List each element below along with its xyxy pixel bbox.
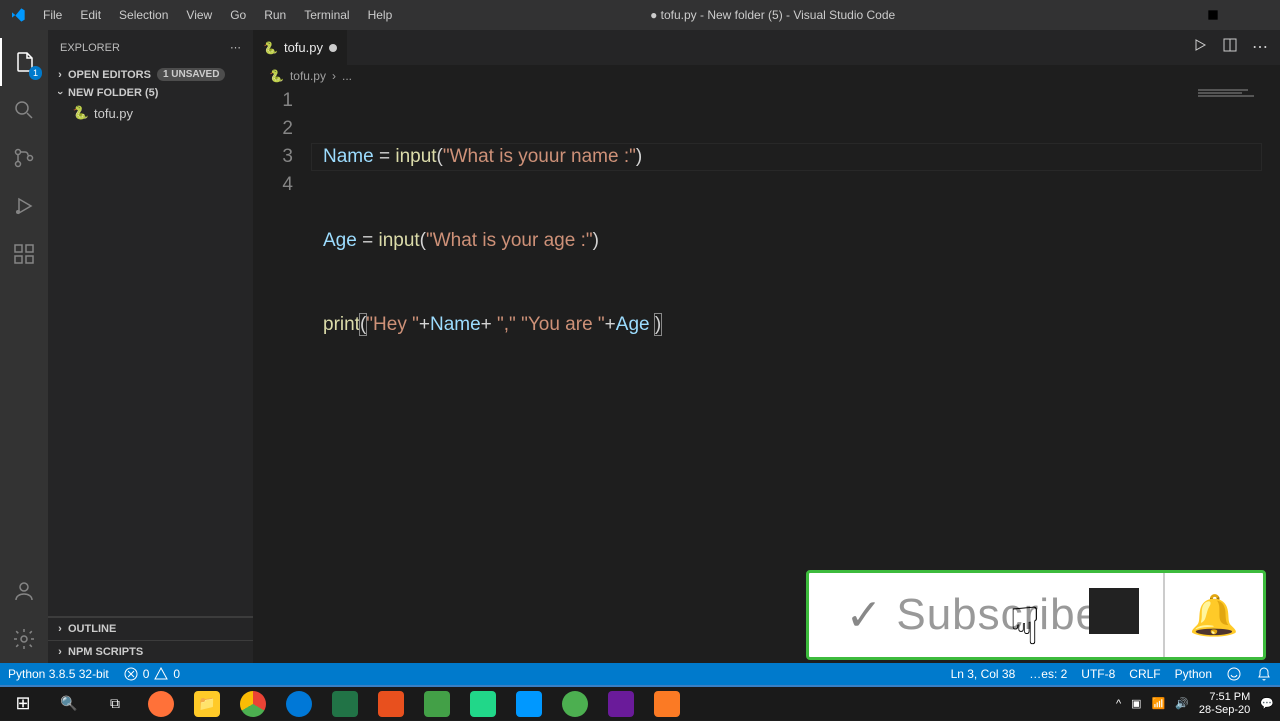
breadcrumb-more: ... — [342, 69, 352, 83]
chevron-right-icon: › — [52, 646, 68, 658]
taskbar-app-teal[interactable] — [552, 686, 598, 721]
taskbar-app-orange[interactable] — [368, 686, 414, 721]
menu-edit[interactable]: Edit — [72, 4, 109, 26]
taskbar-edge[interactable] — [276, 686, 322, 721]
outline-section[interactable]: › OUTLINE — [48, 617, 253, 640]
accounts-icon[interactable] — [0, 567, 48, 615]
system-tray[interactable]: ^ ▣ 📶 🔊 7:51 PM 28-Sep-20 💬 — [1116, 691, 1280, 717]
taskbar-app-purple[interactable] — [598, 686, 644, 721]
settings-icon[interactable] — [0, 615, 48, 663]
menu-run[interactable]: Run — [256, 4, 294, 26]
file-label: tofu.py — [94, 106, 133, 121]
search-icon[interactable] — [0, 86, 48, 134]
taskbar-firefox[interactable] — [138, 686, 184, 721]
taskbar-xampp[interactable] — [644, 686, 690, 721]
outline-label: OUTLINE — [68, 623, 116, 635]
vscode-logo — [0, 7, 35, 23]
taskbar-pycharm[interactable] — [460, 686, 506, 721]
menu-selection[interactable]: Selection — [111, 4, 176, 26]
close-button[interactable] — [1235, 0, 1280, 30]
tray-chevron-icon[interactable]: ^ — [1116, 698, 1121, 710]
taskbar-taskview[interactable]: ⧉ — [92, 686, 138, 721]
unsaved-dot-icon — [329, 44, 337, 52]
split-editor-icon[interactable] — [1222, 37, 1238, 58]
run-file-icon[interactable] — [1192, 37, 1208, 58]
tabs-row: 🐍 tofu.py ⋯ — [253, 30, 1280, 65]
status-language[interactable]: Python — [1175, 667, 1212, 681]
menu-go[interactable]: Go — [222, 4, 254, 26]
folder-section[interactable]: › NEW FOLDER (5) — [48, 84, 253, 102]
open-editors-section[interactable]: › OPEN EDITORS 1 UNSAVED — [48, 65, 253, 84]
explorer-sidebar: EXPLORER ⋯ › OPEN EDITORS 1 UNSAVED › NE… — [48, 30, 253, 663]
chevron-down-icon: › — [54, 85, 66, 101]
window-title: ● tofu.py - New folder (5) - Visual Stud… — [400, 8, 1145, 22]
python-file-icon: 🐍 — [72, 105, 90, 121]
tray-volume-icon[interactable]: 🔊 — [1175, 697, 1189, 710]
bell-icon: 🔔 — [1189, 592, 1239, 639]
status-encoding[interactable]: UTF-8 — [1081, 667, 1115, 681]
run-debug-icon[interactable] — [0, 182, 48, 230]
npm-scripts-label: NPM SCRIPTS — [68, 646, 143, 658]
status-spaces[interactable]: …es: 2 — [1029, 667, 1067, 681]
tray-app-icon[interactable]: ▣ — [1131, 697, 1141, 710]
folder-name: NEW FOLDER (5) — [68, 87, 158, 99]
titlebar: File Edit Selection View Go Run Terminal… — [0, 0, 1280, 30]
extensions-icon[interactable] — [0, 230, 48, 278]
status-problems[interactable]: 0 0 — [123, 666, 180, 682]
explorer-more-icon[interactable]: ⋯ — [230, 41, 241, 54]
taskbar-explorer[interactable]: 📁 — [184, 686, 230, 721]
tray-wifi-icon[interactable]: 📶 — [1152, 697, 1166, 710]
status-bell-icon[interactable] — [1256, 666, 1272, 682]
window-controls — [1145, 0, 1280, 30]
subscribe-overlay: ✓ Subscribed 🔔 ☟ — [806, 570, 1266, 660]
maximize-button[interactable] — [1190, 0, 1235, 30]
menu-bar: File Edit Selection View Go Run Terminal… — [35, 4, 400, 26]
unsaved-badge: 1 UNSAVED — [157, 68, 226, 81]
status-eol[interactable]: CRLF — [1129, 667, 1160, 681]
python-file-icon: 🐍 — [269, 69, 284, 83]
explorer-icon[interactable]: 1 — [0, 38, 48, 86]
start-button[interactable]: ⊞ — [0, 686, 46, 721]
taskbar-excel[interactable] — [322, 686, 368, 721]
explorer-badge: 1 — [29, 66, 42, 80]
editor-area: 🐍 tofu.py ⋯ 🐍 tofu.py › ... 1 2 3 4 — [253, 30, 1280, 663]
status-cursor-position[interactable]: Ln 3, Col 38 — [951, 667, 1016, 681]
tray-notifications-icon[interactable]: 💬 — [1260, 697, 1274, 710]
chevron-right-icon: › — [52, 623, 68, 635]
code-content[interactable]: Name = input("What is youur name :") Age… — [323, 87, 1280, 479]
menu-help[interactable]: Help — [360, 4, 401, 26]
status-python-version[interactable]: Python 3.8.5 32-bit — [8, 667, 109, 681]
status-feedback-icon[interactable] — [1226, 666, 1242, 682]
menu-terminal[interactable]: Terminal — [296, 4, 357, 26]
chevron-right-icon: › — [52, 69, 68, 81]
status-bar: Python 3.8.5 32-bit 0 0 Ln 3, Col 38 …es… — [0, 663, 1280, 685]
breadcrumb-file: tofu.py — [290, 69, 326, 83]
open-editors-label: OPEN EDITORS — [68, 69, 151, 81]
taskbar-search[interactable]: 🔍 — [46, 686, 92, 721]
activity-bar: 1 — [0, 30, 48, 663]
menu-view[interactable]: View — [178, 4, 220, 26]
file-tofu-py[interactable]: 🐍 tofu.py — [48, 102, 253, 124]
python-file-icon: 🐍 — [263, 41, 278, 55]
taskbar-clock[interactable]: 7:51 PM 28-Sep-20 — [1199, 691, 1250, 717]
notification-bell-button[interactable]: 🔔 — [1163, 573, 1263, 657]
minimap[interactable] — [1198, 89, 1278, 109]
menu-file[interactable]: File — [35, 4, 70, 26]
windows-taskbar: ⊞ 🔍 ⧉ 📁 ^ ▣ 📶 🔊 7:51 PM 28-Sep-20 💬 — [0, 685, 1280, 720]
taskbar-chrome[interactable] — [230, 686, 276, 721]
editor-more-icon[interactable]: ⋯ — [1252, 37, 1268, 58]
breadcrumb[interactable]: 🐍 tofu.py › ... — [253, 65, 1280, 87]
check-icon: ✓ — [845, 590, 882, 641]
taskbar-vscode[interactable] — [506, 686, 552, 721]
overlay-dark-patch — [1089, 588, 1139, 634]
source-control-icon[interactable] — [0, 134, 48, 182]
chevron-right-icon: › — [332, 69, 336, 83]
tab-label: tofu.py — [284, 40, 323, 55]
line-gutter: 1 2 3 4 — [253, 87, 311, 199]
npm-scripts-section[interactable]: › NPM SCRIPTS — [48, 640, 253, 663]
tab-tofu-py[interactable]: 🐍 tofu.py — [253, 30, 348, 65]
minimize-button[interactable] — [1145, 0, 1190, 30]
explorer-title: EXPLORER — [60, 42, 120, 54]
taskbar-app-green[interactable] — [414, 686, 460, 721]
